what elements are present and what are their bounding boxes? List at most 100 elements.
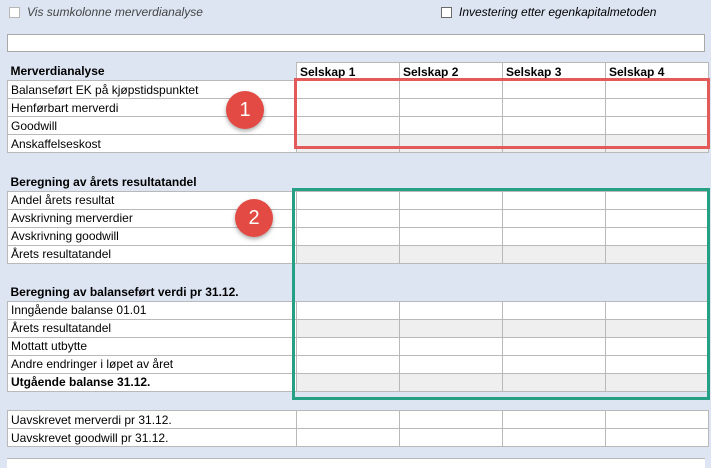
table-row: Andre endringer i løpet av året <box>7 354 709 374</box>
value-cell[interactable] <box>502 336 606 356</box>
value-cell[interactable] <box>296 300 400 320</box>
table-row: Årets resultatandel <box>7 244 709 264</box>
equity-method-option[interactable]: Investering etter egenkapitalmetoden <box>441 5 656 19</box>
value-cell[interactable] <box>502 80 606 99</box>
computed-cell <box>399 372 503 392</box>
equity-method-checkbox[interactable] <box>441 6 452 18</box>
computed-cell <box>399 134 503 153</box>
value-cell[interactable] <box>605 336 709 356</box>
company-header-1: Selskap 1 <box>296 62 400 81</box>
table-row: Inngående balanse 01.01 <box>7 300 709 320</box>
row-label: Årets resultatandel <box>7 244 297 264</box>
value-cell <box>399 428 503 447</box>
annotation-badge-1: 1 <box>226 91 264 129</box>
value-cell <box>502 428 606 447</box>
computed-cell <box>605 134 709 153</box>
computed-cell <box>605 318 709 338</box>
value-cell[interactable] <box>605 98 709 117</box>
value-cell[interactable] <box>296 354 400 374</box>
value-cell[interactable] <box>399 80 503 99</box>
value-cell[interactable] <box>296 190 400 210</box>
value-cell[interactable] <box>296 336 400 356</box>
computed-cell <box>605 372 709 392</box>
merverdi-table: Merverdianalyse Selskap 1 Selskap 2 Sels… <box>7 62 709 153</box>
table-row: Henførbart merverdi <box>7 98 709 117</box>
row-label: Uavskrevet merverdi pr 31.12. <box>7 410 297 429</box>
value-cell[interactable] <box>502 208 606 228</box>
value-cell[interactable] <box>296 208 400 228</box>
value-cell[interactable] <box>399 208 503 228</box>
row-label: Utgående balanse 31.12. <box>7 372 297 392</box>
value-cell[interactable] <box>605 208 709 228</box>
value-cell <box>399 410 503 429</box>
value-cell[interactable] <box>605 354 709 374</box>
table-row: Uavskrevet goodwill pr 31.12. <box>7 428 709 447</box>
value-cell[interactable] <box>605 300 709 320</box>
balanse-table: Beregning av balanseført verdi pr 31.12.… <box>7 283 709 392</box>
text-input[interactable] <box>7 34 705 52</box>
row-label: Mottatt utbytte <box>7 336 297 356</box>
table-row: Avskrivning goodwill <box>7 226 709 246</box>
value-cell[interactable] <box>502 190 606 210</box>
value-cell[interactable] <box>399 226 503 246</box>
value-cell[interactable] <box>502 226 606 246</box>
value-cell <box>502 410 606 429</box>
equity-method-label: Investering etter egenkapitalmetoden <box>459 5 657 19</box>
value-cell[interactable] <box>399 354 503 374</box>
computed-cell <box>502 318 606 338</box>
row-label: Uavskrevet goodwill pr 31.12. <box>7 428 297 447</box>
value-cell <box>605 410 709 429</box>
merverdi-title: Merverdianalyse <box>7 62 297 81</box>
value-cell[interactable] <box>399 336 503 356</box>
value-cell[interactable] <box>399 300 503 320</box>
computed-cell <box>296 372 400 392</box>
value-cell[interactable] <box>399 190 503 210</box>
row-label: Anskaffelseskost <box>7 134 297 153</box>
value-cell[interactable] <box>296 116 400 135</box>
annotation-badge-2: 2 <box>235 199 273 237</box>
value-cell <box>296 428 400 447</box>
value-cell[interactable] <box>502 116 606 135</box>
resultat-table: Beregning av årets resultatandel Andel å… <box>7 173 709 264</box>
value-cell[interactable] <box>605 226 709 246</box>
table-row: Goodwill <box>7 116 709 135</box>
computed-cell <box>399 244 503 264</box>
sum-column-checkbox[interactable] <box>9 6 20 18</box>
value-cell[interactable] <box>605 80 709 99</box>
value-cell[interactable] <box>605 190 709 210</box>
table-row: Andel årets resultat <box>7 190 709 210</box>
value-cell[interactable] <box>502 300 606 320</box>
row-label: Andre endringer i løpet av året <box>7 354 297 374</box>
value-cell[interactable] <box>399 116 503 135</box>
computed-cell <box>296 134 400 153</box>
sum-column-option[interactable]: Vis sumkolonne merverdianalyse <box>9 5 203 19</box>
value-cell[interactable] <box>399 98 503 117</box>
table-row: Mottatt utbytte <box>7 336 709 356</box>
company-header-4[interactable]: Selskap 4 <box>605 62 709 81</box>
value-cell[interactable] <box>502 98 606 117</box>
row-label: Inngående balanse 01.01 <box>7 300 297 320</box>
value-cell[interactable] <box>296 80 400 99</box>
computed-cell <box>296 318 400 338</box>
computed-cell <box>605 244 709 264</box>
computed-cell <box>296 244 400 264</box>
resultat-title: Beregning av årets resultatandel <box>7 173 709 191</box>
company-header-2: Selskap 2 <box>399 62 503 81</box>
company-header-3: Selskap 3 <box>502 62 606 81</box>
balanse-title: Beregning av balanseført verdi pr 31.12. <box>7 283 709 301</box>
sum-column-label: Vis sumkolonne merverdianalyse <box>27 5 203 19</box>
table-row: Balanseført EK på kjøpstidspunktet <box>7 80 709 99</box>
uavskrevet-table: Uavskrevet merverdi pr 31.12. Uavskrevet… <box>7 410 709 447</box>
table-row: Årets resultatandel <box>7 318 709 338</box>
value-cell[interactable] <box>605 116 709 135</box>
value-cell <box>296 410 400 429</box>
options-bar: Vis sumkolonne merverdianalyse Investeri… <box>0 0 711 27</box>
computed-cell <box>502 244 606 264</box>
value-cell[interactable] <box>296 226 400 246</box>
computed-cell <box>502 134 606 153</box>
value-cell[interactable] <box>502 354 606 374</box>
computed-cell <box>399 318 503 338</box>
table-row: Utgående balanse 31.12. <box>7 372 709 392</box>
value-cell[interactable] <box>296 98 400 117</box>
table-row: Avskrivning merverdier <box>7 208 709 228</box>
